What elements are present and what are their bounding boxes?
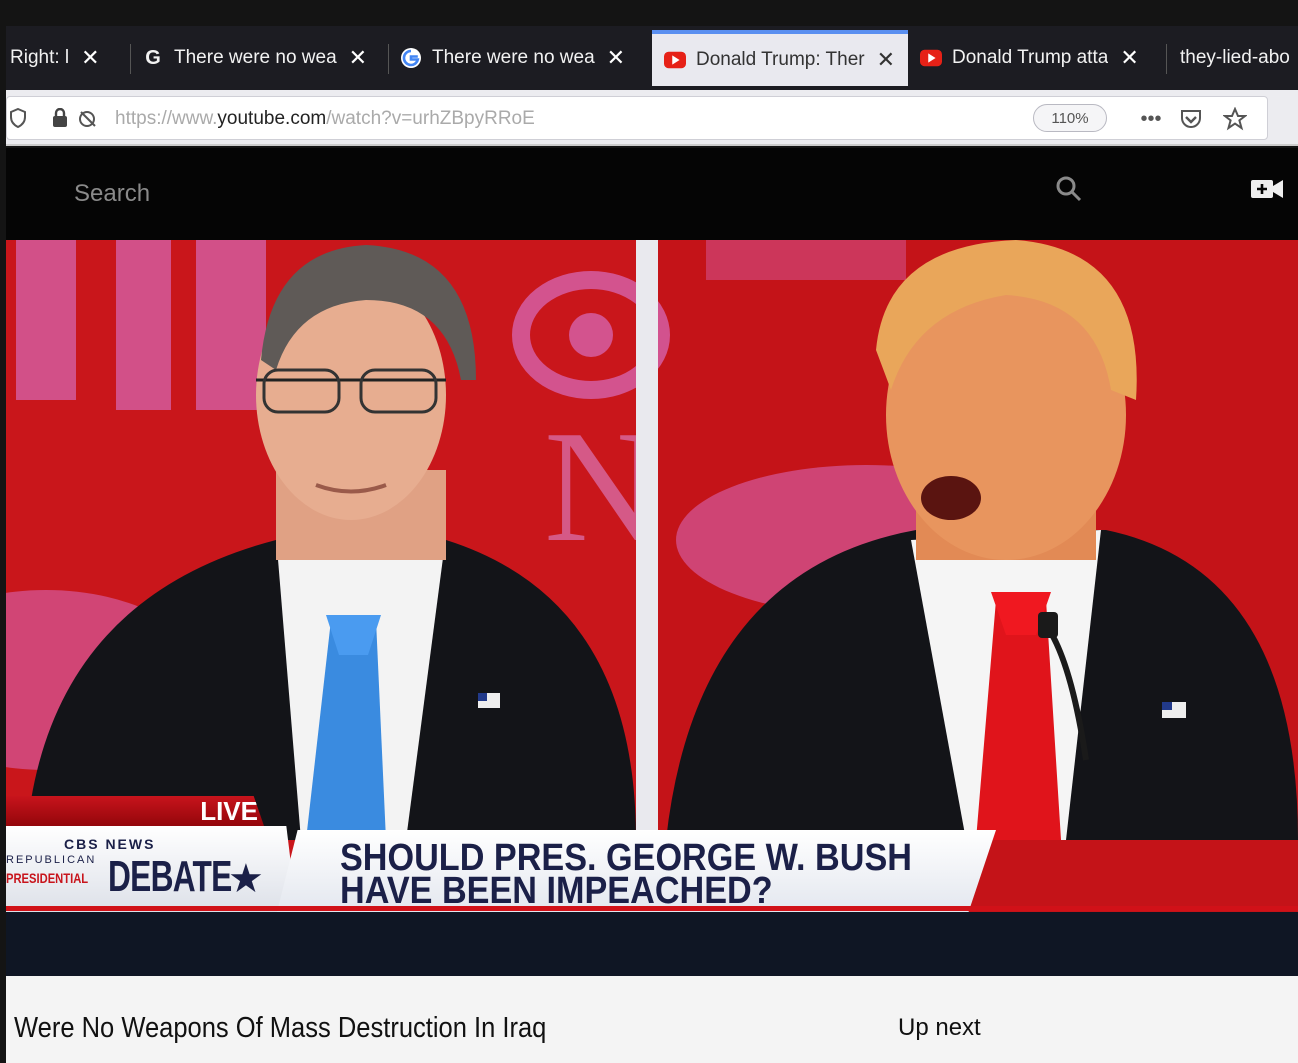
tab-6[interactable]: they-lied-abo	[1180, 30, 1298, 86]
headline-banner: SHOULD PRES. GEORGE W. BUSH HAVE BEEN IM…	[276, 830, 996, 916]
debate-subtitle-presidential: PRESIDENTIAL	[6, 870, 89, 886]
zoom-level-badge[interactable]: 110%	[1033, 104, 1107, 132]
tab-4-active[interactable]: Donald Trump: Ther ✕	[652, 30, 908, 86]
bookmark-star-icon[interactable]	[1219, 103, 1251, 135]
close-icon[interactable]: ✕	[877, 47, 895, 73]
lower-third-strip	[6, 912, 1298, 976]
url-text[interactable]: https://www.youtube.com/watch?v=urhZBpyR…	[115, 108, 535, 130]
g-icon: G	[145, 46, 161, 69]
search-input[interactable]: Search	[74, 180, 150, 208]
permissions-icon[interactable]	[77, 107, 99, 129]
url-field[interactable]: https://www.youtube.com/watch?v=urhZBpyR…	[6, 96, 1268, 140]
video-camera-add-icon[interactable]	[1249, 174, 1285, 204]
tab-6-label: they-lied-abo	[1180, 47, 1290, 68]
url-prefix: https://www.	[115, 108, 218, 129]
tab-3-label: There were no wea	[432, 47, 595, 68]
star-icon: ★	[228, 857, 264, 901]
tab-5-label: Donald Trump atta	[952, 47, 1109, 68]
tab-2-label: There were no wea	[174, 47, 337, 68]
video-title: Were No Weapons Of Mass Destruction In I…	[14, 1012, 547, 1044]
tab-strip: Right: l ✕ G There were no wea ✕ There w…	[6, 26, 1298, 90]
google-icon	[400, 47, 422, 69]
youtube-header: Search	[6, 148, 1298, 240]
tab-4-label: Donald Trump: Ther	[696, 49, 865, 70]
close-icon[interactable]: ✕	[81, 45, 99, 71]
headline-text: SHOULD PRES. GEORGE W. BUSH HAVE BEEN IM…	[340, 842, 912, 906]
tab-2[interactable]: G There were no wea ✕	[142, 30, 382, 86]
tab-1[interactable]: Right: l ✕	[6, 30, 126, 86]
lower-third-rule	[6, 906, 1298, 911]
more-actions-icon[interactable]: •••	[1135, 103, 1167, 135]
navigation-toolbar: https://www.youtube.com/watch?v=urhZBpyR…	[6, 90, 1298, 146]
close-icon[interactable]: ✕	[607, 45, 625, 71]
debate-title: DEBATE	[108, 852, 232, 901]
close-icon[interactable]: ✕	[349, 45, 367, 71]
youtube-icon	[664, 49, 686, 71]
debate-subtitle-republican: REPUBLICAN	[6, 854, 97, 866]
tab-3[interactable]: There were no wea ✕	[400, 30, 640, 86]
lock-icon[interactable]	[49, 107, 71, 129]
up-next-heading: Up next	[898, 1014, 981, 1041]
close-icon[interactable]: ✕	[1120, 45, 1138, 71]
pocket-icon[interactable]	[1175, 103, 1207, 135]
search-icon[interactable]	[1054, 174, 1084, 204]
video-info: Were No Weapons Of Mass Destruction In I…	[6, 976, 1298, 1063]
video-player[interactable]: N LIVE CBS NEWS REPUBLICAN PRESIDENTIAL …	[6, 240, 1298, 976]
tab-1-label: Right: l	[10, 47, 70, 68]
network-name: CBS NEWS	[64, 836, 156, 852]
youtube-icon	[920, 47, 942, 69]
url-path: /watch?v=urhZBpyRRoE	[326, 108, 535, 129]
tab-5[interactable]: Donald Trump atta ✕	[920, 30, 1156, 86]
live-badge: LIVE	[6, 796, 264, 826]
shield-icon[interactable]	[7, 107, 29, 129]
url-domain: youtube.com	[217, 108, 327, 129]
